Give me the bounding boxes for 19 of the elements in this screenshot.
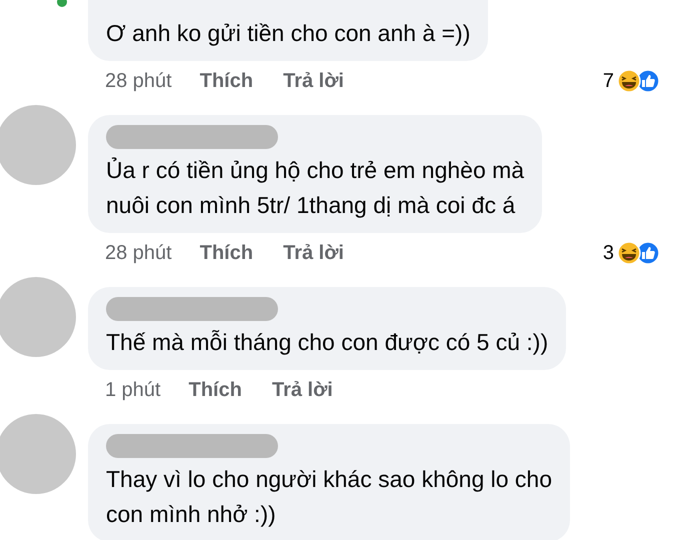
like-link[interactable]: Thích <box>200 238 254 268</box>
reply-link[interactable]: Trả lời <box>283 238 344 268</box>
comment-text: Thế mà mỗi tháng cho con được có 5 củ :)) <box>106 328 548 357</box>
comment-text: Thay vì lo cho người khác sao không lo cho con mình nhở :)) <box>106 465 552 529</box>
comment-text: Ơ anh ko gửi tiền cho con anh à =)) <box>106 19 470 48</box>
thumbs-up-icon <box>636 69 660 93</box>
reply-link[interactable]: Trả lời <box>272 375 333 405</box>
like-link[interactable]: Thích <box>188 375 242 405</box>
reaction-count[interactable]: 7 <box>602 66 614 96</box>
comment-time[interactable]: 28 phút <box>105 238 172 268</box>
comment-time[interactable]: 1 phút <box>105 375 161 405</box>
like-link[interactable]: Thích <box>200 66 254 96</box>
reply-link[interactable]: Trả lời <box>283 66 344 96</box>
laughing-emoji-icon <box>617 69 641 93</box>
thumbs-up-icon <box>636 241 660 265</box>
laughing-emoji-icon <box>617 241 641 265</box>
comment-time[interactable]: 28 phút <box>105 66 172 96</box>
comment-text: Ủa r có tiền ủng hộ cho trẻ em nghèo mà nuôi con mình 5tr/ 1thang dị mà coi đc á <box>106 156 524 220</box>
reaction-count[interactable]: 3 <box>602 238 614 268</box>
